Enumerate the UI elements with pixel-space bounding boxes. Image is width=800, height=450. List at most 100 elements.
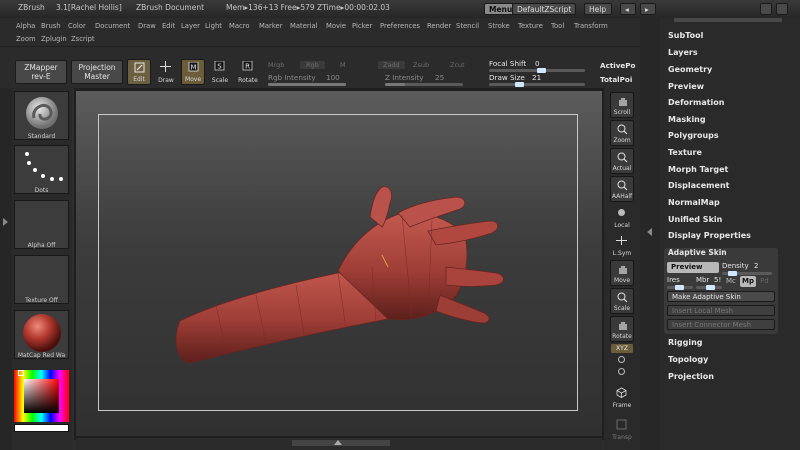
m-toggle[interactable]: M [340, 61, 346, 69]
expand-up-icon[interactable] [334, 440, 342, 445]
menu-stencil[interactable]: Stencil [456, 22, 479, 30]
lsym-button[interactable]: L.Sym [610, 232, 634, 258]
geometry-item[interactable]: Geometry [668, 65, 712, 74]
menu-document[interactable]: Document [95, 22, 130, 30]
topology-item[interactable]: Topology [668, 355, 708, 364]
pd-label[interactable]: Pd [760, 276, 769, 287]
menu-brush[interactable]: Brush [41, 22, 61, 30]
menu-zscript[interactable]: Zscript [71, 35, 95, 43]
unified-skin-item[interactable]: Unified Skin [668, 215, 722, 224]
help-button[interactable]: Help [584, 3, 612, 15]
panel-top-controls[interactable] [674, 18, 782, 22]
frame-button[interactable]: Frame [610, 384, 634, 410]
draw-size-knob[interactable] [515, 82, 524, 87]
ires-slider[interactable] [667, 285, 693, 290]
close-icon[interactable] [776, 3, 788, 15]
menu-marker[interactable]: Marker [259, 22, 283, 30]
menu-material[interactable]: Material [290, 22, 318, 30]
masking-item[interactable]: Masking [668, 115, 706, 124]
menu-picker[interactable]: Picker [352, 22, 372, 30]
edit-button[interactable]: Edit [127, 59, 151, 85]
normalmap-item[interactable]: NormalMap [668, 198, 720, 207]
menu-macro[interactable]: Macro [229, 22, 250, 30]
menu-layer[interactable]: Layer [181, 22, 200, 30]
projection-item[interactable]: Projection [668, 372, 714, 381]
z-intensity-slider[interactable] [385, 83, 463, 86]
scroll-button[interactable]: Scroll [610, 92, 634, 118]
menu-preferences[interactable]: Preferences [380, 22, 420, 30]
texture-thumbnail[interactable]: Texture Off [14, 255, 69, 304]
focal-shift-slider[interactable] [489, 68, 585, 73]
actual-button[interactable]: Actual [610, 148, 634, 174]
nav-right-icon[interactable]: ▸ [640, 3, 656, 15]
rotate-button[interactable]: R Rotate [236, 59, 260, 85]
zadd-toggle[interactable]: Zadd [378, 61, 405, 69]
menu-zoom[interactable]: Zoom [16, 35, 36, 43]
insert-connector-mesh-button[interactable]: Insert Connector Mesh [667, 319, 775, 330]
stroke-thumbnail[interactable]: Dots [14, 145, 69, 194]
menu-light[interactable]: Light [205, 22, 222, 30]
preview-button[interactable]: Preview [667, 262, 719, 273]
display-properties-item[interactable]: Display Properties [668, 231, 751, 240]
menu-transform[interactable]: Transform [574, 22, 608, 30]
saturation-box[interactable] [24, 379, 59, 413]
color-picker[interactable] [14, 370, 69, 432]
menu-stroke[interactable]: Stroke [488, 22, 510, 30]
menu-render[interactable]: Render [427, 22, 451, 30]
draw-button[interactable]: Draw [154, 59, 178, 85]
menu-zplugin[interactable]: Zplugin [41, 35, 67, 43]
transp-button[interactable]: Transp [610, 416, 634, 442]
tray-move-button[interactable]: Move [610, 260, 634, 286]
displacement-item[interactable]: Displacement [668, 181, 729, 190]
mp-toggle[interactable]: Mp [740, 276, 756, 287]
tray-scale-button[interactable]: Scale [610, 288, 634, 314]
scale-button[interactable]: S Scale [208, 59, 232, 85]
collapse-right-icon[interactable] [647, 228, 652, 236]
zmapper-button[interactable]: ZMapper rev-E [15, 60, 67, 84]
mbr-knob[interactable] [706, 285, 715, 290]
menu-edit[interactable]: Edit [162, 22, 175, 30]
menu-color[interactable]: Color [68, 22, 86, 30]
make-adaptive-skin-button[interactable]: Make Adaptive Skin [667, 291, 775, 302]
collapse-left-icon[interactable] [3, 218, 8, 226]
brush-thumbnail[interactable]: Standard [14, 91, 69, 140]
y-axis-icon[interactable] [618, 356, 625, 363]
zcut-toggle[interactable]: Zcut [450, 61, 465, 69]
menu-texture[interactable]: Texture [518, 22, 543, 30]
density-slider[interactable] [722, 271, 772, 276]
projection-master-button[interactable]: Projection Master [71, 60, 123, 84]
mc-label[interactable]: Mc [726, 276, 736, 287]
aahalf-button[interactable]: AAHalf [610, 176, 634, 202]
preview-item[interactable]: Preview [668, 82, 704, 91]
rgb-intensity-slider[interactable] [268, 83, 346, 86]
xyz-toggle[interactable]: XYZ [611, 344, 633, 353]
ires-knob[interactable] [675, 285, 684, 290]
menu-tool[interactable]: Tool [551, 22, 564, 30]
zoom-button[interactable]: Zoom [610, 120, 634, 146]
local-button[interactable]: Local [610, 204, 634, 230]
tray-rotate-button[interactable]: Rotate [610, 316, 634, 342]
insert-local-mesh-button[interactable]: Insert Local Mesh [667, 305, 775, 316]
subtool-item[interactable]: SubTool [668, 31, 703, 40]
draw-size-slider[interactable] [489, 82, 585, 87]
mrgb-toggle[interactable]: Mrgb [268, 61, 284, 69]
morph-target-item[interactable]: Morph Target [668, 165, 728, 174]
layers-item[interactable]: Layers [668, 48, 698, 57]
rgb-toggle[interactable]: Rgb [300, 61, 325, 69]
nav-left-icon[interactable]: ◂ [620, 3, 636, 15]
menu-draw[interactable]: Draw [138, 22, 156, 30]
menu-alpha[interactable]: Alpha [16, 22, 35, 30]
minimize-icon[interactable] [760, 3, 772, 15]
rigging-item[interactable]: Rigging [668, 338, 703, 347]
material-thumbnail[interactable]: MatCap Red Wa [14, 310, 69, 359]
deformation-item[interactable]: Deformation [668, 98, 724, 107]
menu-movie[interactable]: Movie [326, 22, 346, 30]
main-color-swatch[interactable] [14, 424, 69, 432]
alpha-thumbnail[interactable]: Alpha Off [14, 200, 69, 249]
z-axis-icon[interactable] [618, 368, 625, 375]
texture-item[interactable]: Texture [668, 148, 702, 157]
move-button[interactable]: M Move [181, 59, 205, 85]
mbr-slider[interactable] [696, 285, 722, 290]
default-zscript-button[interactable]: DefaultZScript [512, 3, 577, 15]
zsub-toggle[interactable]: Zsub [413, 61, 429, 69]
